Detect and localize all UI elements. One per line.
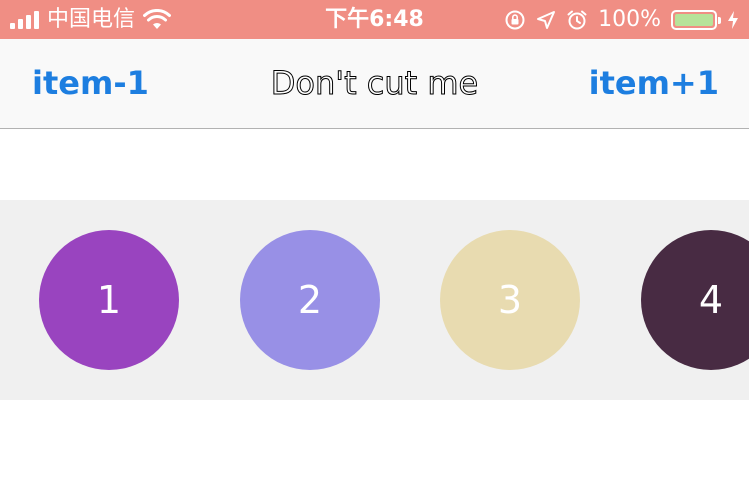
battery-level [675,13,713,26]
status-bar-right: 100% [504,6,739,33]
carousel-item-2[interactable]: 2 [240,230,380,370]
alarm-icon [567,10,587,29]
location-icon [537,10,556,29]
navigation-bar: item-1 Don't cut me item+1 [0,39,749,129]
carousel-item-1[interactable]: 1 [39,230,179,370]
rotation-lock-icon [505,10,525,29]
carousel[interactable]: 1 2 3 4 [0,200,749,400]
battery-icon [671,9,721,30]
status-bar: 中国电信 下午6:48 100% [0,0,749,39]
carousel-item-3[interactable]: 3 [440,230,580,370]
carousel-item-4[interactable]: 4 [641,230,749,370]
item-plus-button[interactable]: item+1 [589,63,719,103]
battery-percent: 100% [598,6,661,32]
charging-icon [728,10,738,29]
